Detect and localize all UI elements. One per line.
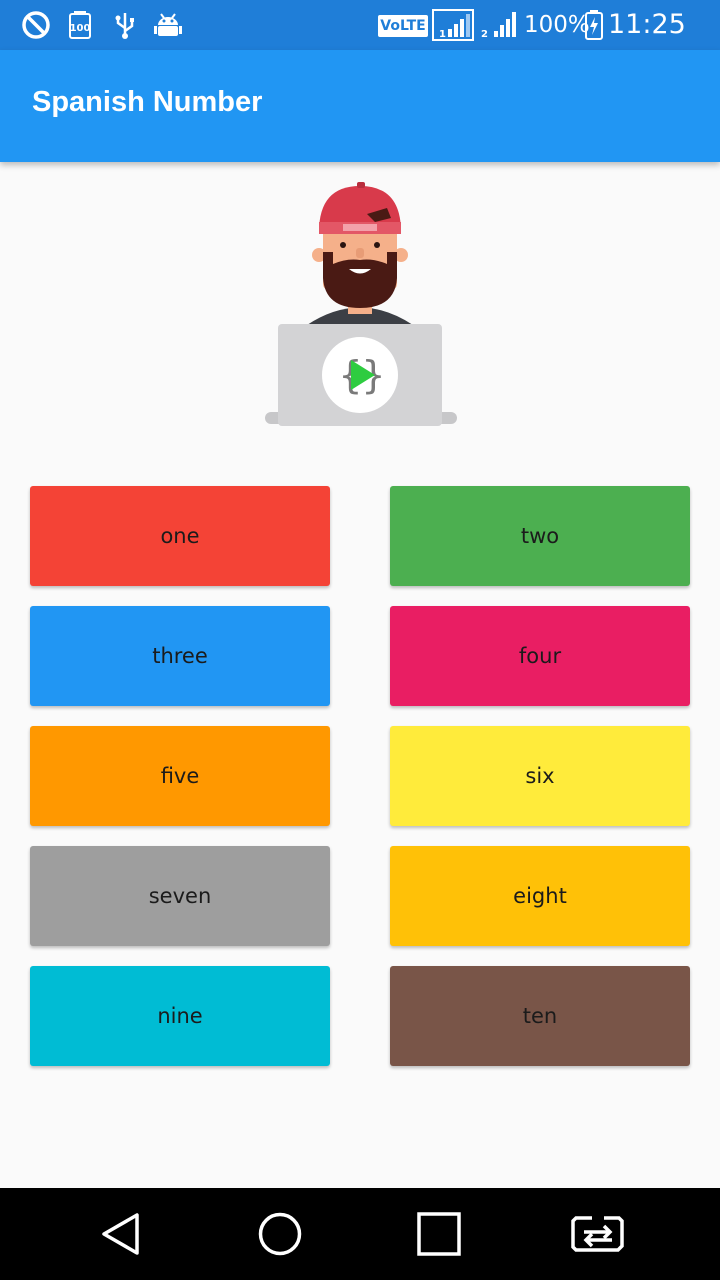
status-bar: 100 VoLTE 1 2 100% 11:25 pm xyxy=(0,0,720,72)
number-button-eight[interactable]: eight xyxy=(390,846,690,946)
number-button-five[interactable]: five xyxy=(30,726,330,826)
number-button-four[interactable]: four xyxy=(390,606,690,706)
page-title: Spanish Number xyxy=(32,86,263,118)
button-label: four xyxy=(518,644,562,668)
android-debug-icon xyxy=(152,9,184,41)
number-button-one[interactable]: one xyxy=(30,486,330,586)
button-label: five xyxy=(160,764,200,788)
button-label: one xyxy=(160,524,200,548)
button-label: six xyxy=(525,764,555,788)
sim1-label: 1 xyxy=(439,29,446,40)
number-button-seven[interactable]: seven xyxy=(30,846,330,946)
button-label: two xyxy=(520,524,560,548)
button-label: three xyxy=(152,644,208,668)
number-button-six[interactable]: six xyxy=(390,726,690,826)
sim2-label: 2 xyxy=(481,29,488,40)
battery-percent: 100% xyxy=(524,12,590,38)
signal-sim1-icon: 1 xyxy=(432,9,474,41)
button-label: nine xyxy=(157,1004,203,1028)
clock: 11:25 pm xyxy=(608,9,686,72)
number-button-two[interactable]: two xyxy=(390,486,690,586)
app-bar: Spanish Number xyxy=(0,50,720,162)
number-button-ten[interactable]: ten xyxy=(390,966,690,1066)
no-disturb-icon xyxy=(20,9,52,41)
recents-icon[interactable] xyxy=(404,1204,474,1264)
battery-100-icon: 100 xyxy=(66,9,94,41)
number-button-three[interactable]: three xyxy=(30,606,330,706)
developer-illustration: { } xyxy=(255,180,465,430)
svg-text:100: 100 xyxy=(70,23,91,34)
button-label: ten xyxy=(522,1004,558,1028)
home-icon[interactable] xyxy=(245,1204,315,1264)
button-label: seven xyxy=(148,884,212,908)
switch-apps-icon[interactable] xyxy=(563,1204,633,1264)
back-icon[interactable] xyxy=(86,1204,156,1264)
signal-sim2-icon: 2 xyxy=(480,9,520,41)
volte-badge: VoLTE xyxy=(378,15,428,37)
button-label: eight xyxy=(513,884,567,908)
number-button-nine[interactable]: nine xyxy=(30,966,330,1066)
battery-charging-icon xyxy=(584,9,604,41)
usb-icon xyxy=(112,9,138,41)
navigation-bar xyxy=(0,1188,720,1280)
